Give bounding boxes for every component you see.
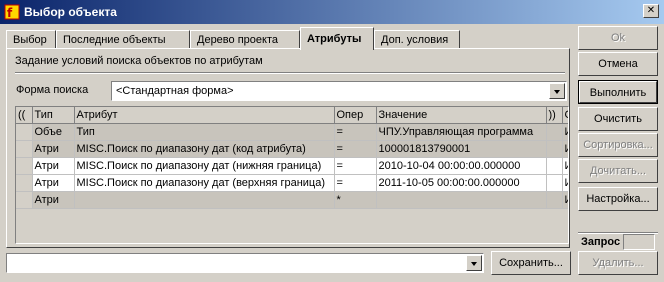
tab-recent-objects[interactable]: Последние объекты: [56, 30, 190, 49]
close-icon: ✕: [646, 5, 656, 16]
search-form-label: Форма поиска: [16, 84, 89, 96]
grid-header: (( Тип Атрибут Опер Значение )) С: [16, 107, 568, 124]
table-row[interactable]: Атри MISC.Поиск по диапазону дат (нижняя…: [16, 157, 568, 175]
zapros-label: Запрос: [581, 236, 621, 248]
settings-button[interactable]: Настройка...: [578, 187, 658, 211]
attributes-panel: Задание условий поиска объектов по атриб…: [6, 48, 570, 248]
cancel-button[interactable]: Отмена: [578, 52, 658, 76]
tab-vybor[interactable]: Выбор: [6, 30, 56, 49]
panel-header: Задание условий поиска объектов по атриб…: [15, 55, 263, 67]
app-icon: f: [4, 4, 20, 20]
chevron-down-icon: [471, 262, 477, 266]
zapros-indicator: [623, 234, 655, 250]
tab-project-tree[interactable]: Дерево проекта: [190, 30, 300, 49]
title-bar: f Выбор объекта ✕: [0, 0, 664, 24]
window-title: Выбор объекта: [24, 5, 117, 19]
delete-button[interactable]: Удалить...: [578, 251, 658, 275]
table-row[interactable]: Атри * И: [16, 191, 568, 209]
col-paren-open[interactable]: ((: [16, 107, 33, 124]
search-form-select[interactable]: <Стандартная форма>: [111, 81, 567, 101]
query-dropdown-button[interactable]: [466, 255, 482, 271]
sort-button[interactable]: Сортировка...: [578, 133, 658, 157]
search-form-dropdown-button[interactable]: [549, 83, 565, 99]
header-separator: [15, 72, 565, 74]
search-form-value: <Стандартная форма>: [116, 85, 234, 97]
col-operator[interactable]: Опер: [334, 107, 377, 124]
table-row[interactable]: Объе Тип = ЧПУ.Управляющая программа И: [16, 123, 568, 141]
tab-strip: Выбор Последние объекты Дерево проекта А…: [6, 27, 570, 50]
col-paren-close[interactable]: )): [546, 107, 563, 124]
execute-button[interactable]: Выполнить: [578, 80, 658, 104]
svg-text:f: f: [7, 6, 13, 20]
table-row[interactable]: Атри MISC.Поиск по диапазону дат (верхня…: [16, 174, 568, 192]
save-button[interactable]: Сохранить...: [491, 251, 571, 275]
ok-button[interactable]: Ok: [578, 26, 658, 50]
table-row[interactable]: Атри MISC.Поиск по диапазону дат (код ат…: [16, 140, 568, 158]
col-conjunction[interactable]: С: [562, 107, 568, 124]
col-attribute[interactable]: Атрибут: [74, 107, 335, 124]
tab-extra-conditions[interactable]: Доп. условия: [374, 30, 460, 49]
close-button[interactable]: ✕: [643, 4, 659, 18]
tab-attributes[interactable]: Атрибуты: [300, 27, 374, 50]
query-select[interactable]: [6, 253, 484, 273]
conditions-grid[interactable]: (( Тип Атрибут Опер Значение )) С Объе Т…: [15, 106, 569, 244]
read-more-button[interactable]: Дочитать...: [578, 159, 658, 183]
clear-button[interactable]: Очистить: [578, 107, 658, 131]
chevron-down-icon: [554, 90, 560, 94]
col-type[interactable]: Тип: [32, 107, 75, 124]
col-value[interactable]: Значение: [376, 107, 547, 124]
